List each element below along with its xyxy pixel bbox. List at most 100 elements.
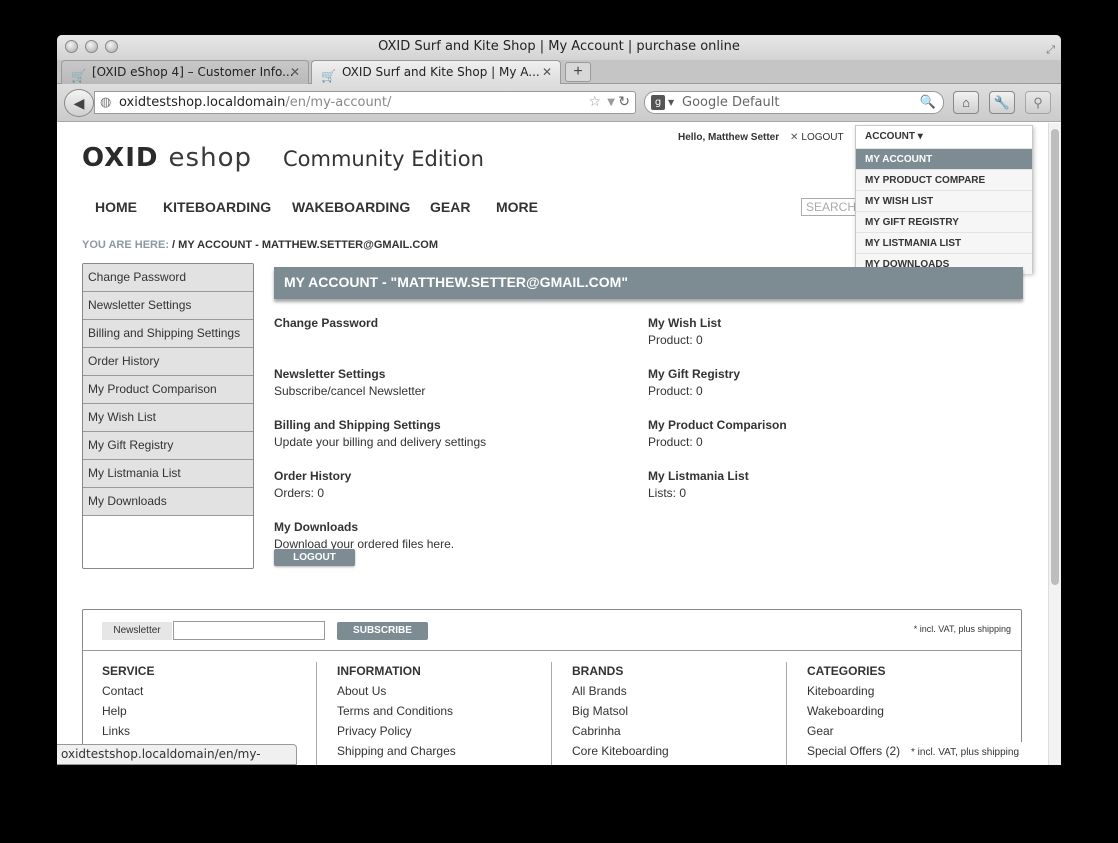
google-engine-icon[interactable]: g <box>651 95 665 110</box>
sidebar-item-listmania[interactable]: My Listmania List <box>83 460 253 488</box>
navigation-toolbar: ◀ ◍ oxidtestshop.localdomain/en/my-accou… <box>57 84 1061 122</box>
listmania-link[interactable]: My Listmania List <box>648 468 1008 484</box>
footer-link-shipping[interactable]: Shipping and Charges <box>337 744 572 764</box>
edition-label: Community Edition <box>283 147 484 171</box>
footer-link-gear[interactable]: Gear <box>807 724 1042 744</box>
tab-label: [OXID eShop 4] – Customer Info... <box>92 65 294 79</box>
list-item: My Gift Registry Product: 0 <box>648 366 1008 417</box>
tools-button[interactable]: 🔧 <box>989 91 1015 114</box>
footer-link-all-brands[interactable]: All Brands <box>572 684 807 704</box>
status-bar-url: oxidtestshop.localdomain/en/my-account/ <box>57 744 297 765</box>
account-menu-gift-registry[interactable]: MY GIFT REGISTRY <box>856 211 1032 232</box>
footer-col-information: INFORMATION About Us Terms and Condition… <box>337 664 572 764</box>
sidebar-item-wish-list[interactable]: My Wish List <box>83 404 253 432</box>
tab-bar: 🛒 [OXID eShop 4] – Customer Info... ✕ 🛒 … <box>57 60 1061 84</box>
footer-heading: INFORMATION <box>337 664 421 678</box>
zoom-window-icon[interactable] <box>105 40 118 53</box>
account-dropdown-toggle[interactable]: ACCOUNT ▾ <box>856 126 1032 148</box>
tab-my-account[interactable]: 🛒 OXID Surf and Kite Shop | My A... ✕ <box>311 60 561 84</box>
tab-close-icon[interactable]: ✕ <box>290 61 300 83</box>
footer-separator <box>786 662 787 765</box>
footer-link-wakeboarding[interactable]: Wakeboarding <box>807 704 1042 724</box>
footer-heading: CATEGORIES <box>807 664 886 678</box>
subscribe-button[interactable]: SUBSCRIBE <box>337 622 428 640</box>
minimize-window-icon[interactable] <box>85 40 98 53</box>
billing-shipping-link[interactable]: Billing and Shipping Settings <box>274 417 634 433</box>
footer-link-about[interactable]: About Us <box>337 684 572 704</box>
address-bar[interactable]: ◍ oxidtestshop.localdomain/en/my-account… <box>94 91 636 114</box>
header-logout-link[interactable]: ✕ LOGOUT <box>790 132 844 143</box>
logo-oxid: OXID <box>82 143 159 173</box>
footer-link-links[interactable]: Links <box>102 724 337 744</box>
account-menu-wish-list[interactable]: MY WISH LIST <box>856 190 1032 211</box>
sidebar-item-change-password[interactable]: Change Password <box>83 264 253 292</box>
list-item: Change Password <box>274 315 634 366</box>
footer-heading: BRANDS <box>572 664 624 678</box>
page-title: MY ACCOUNT - "MATTHEW.SETTER@GMAIL.COM" <box>274 267 1023 299</box>
sidebar-item-order-history[interactable]: Order History <box>83 348 253 376</box>
search-icon[interactable]: 🔍 <box>920 92 936 113</box>
page-scrollbar[interactable] <box>1048 123 1061 765</box>
account-title: ACCOUNT <box>865 131 915 142</box>
window-title: OXID Surf and Kite Shop | My Account | p… <box>378 39 740 54</box>
nav-more[interactable]: MORE <box>496 199 538 215</box>
tab-customer-info[interactable]: 🛒 [OXID eShop 4] – Customer Info... ✕ <box>61 60 309 84</box>
nav-kiteboarding[interactable]: KITEBOARDING <box>163 199 271 215</box>
close-window-icon[interactable] <box>65 40 78 53</box>
footer-link-kiteboarding[interactable]: Kiteboarding <box>807 684 1042 704</box>
list-item: My Product Comparison Product: 0 <box>648 417 1008 468</box>
shop-search-input[interactable]: SEARCH <box>801 198 861 216</box>
search-engine-placeholder: Google Default <box>682 95 780 110</box>
nav-gear[interactable]: GEAR <box>430 199 470 215</box>
vat-tooltip: * incl. VAT, plus shipping <box>902 742 1042 765</box>
footer-link-help[interactable]: Help <box>102 704 337 724</box>
scrollbar-thumb[interactable] <box>1051 129 1059 585</box>
footer-link-contact[interactable]: Contact <box>102 684 337 704</box>
sidebar-item-newsletter[interactable]: Newsletter Settings <box>83 292 253 320</box>
sidebar-item-billing-shipping[interactable]: Billing and Shipping Settings <box>83 320 253 348</box>
tab-close-icon[interactable]: ✕ <box>542 61 552 83</box>
footer-link-privacy[interactable]: Privacy Policy <box>337 724 572 744</box>
logout-button[interactable]: LOGOUT <box>274 549 355 566</box>
order-history-link[interactable]: Order History <box>274 468 634 484</box>
new-tab-button[interactable]: + <box>565 62 591 82</box>
footer-link-big-matsol[interactable]: Big Matsol <box>572 704 807 724</box>
account-menu-my-account[interactable]: MY ACCOUNT <box>856 148 1032 169</box>
search-engine-field[interactable]: g ▼ Google Default 🔍 <box>644 91 944 114</box>
gift-registry-link[interactable]: My Gift Registry <box>648 366 1008 382</box>
newsletter-row: Newsletter SUBSCRIBE <box>102 620 1004 642</box>
account-links-left: Change Password Newsletter Settings Subsc… <box>274 315 634 570</box>
account-menu-listmania[interactable]: MY LISTMANIA LIST <box>856 232 1032 253</box>
footer-link-cabrinha[interactable]: Cabrinha <box>572 724 807 744</box>
home-button[interactable]: ⌂ <box>953 91 979 114</box>
order-history-desc: Orders: 0 <box>274 486 325 500</box>
reload-icon[interactable]: ↻ <box>618 92 630 113</box>
list-item: Billing and Shipping Settings Update your… <box>274 417 634 468</box>
listmania-count: Lists: 0 <box>648 486 687 500</box>
oxid-logo[interactable]: OXID eshop <box>82 143 252 173</box>
caret-down-icon: ▾ <box>917 131 923 142</box>
footer-divider <box>83 650 1021 651</box>
sidebar-item-gift-registry[interactable]: My Gift Registry <box>83 432 253 460</box>
greeting: Hello, Matthew Setter <box>678 132 780 143</box>
newsletter-email-input[interactable] <box>173 621 325 640</box>
product-comparison-link[interactable]: My Product Comparison <box>648 417 1008 433</box>
zoom-button[interactable]: ⚲ <box>1025 91 1051 114</box>
url-history-dropdown-icon[interactable]: ▼ <box>607 92 615 113</box>
wish-list-link[interactable]: My Wish List <box>648 315 1008 331</box>
change-password-link[interactable]: Change Password <box>274 315 634 331</box>
account-menu-product-compare[interactable]: MY PRODUCT COMPARE <box>856 169 1032 190</box>
sidebar-item-downloads[interactable]: My Downloads <box>83 488 253 516</box>
fullscreen-icon[interactable]: ⤢ <box>1046 38 1055 62</box>
nav-wakeboarding[interactable]: WAKEBOARDING <box>292 199 410 215</box>
newsletter-settings-link[interactable]: Newsletter Settings <box>274 366 634 382</box>
back-button[interactable]: ◀ <box>64 89 94 117</box>
engine-dropdown-icon[interactable]: ▼ <box>668 92 674 113</box>
bookmark-star-icon[interactable]: ☆ <box>588 92 601 113</box>
footer-link-terms[interactable]: Terms and Conditions <box>337 704 572 724</box>
nav-home[interactable]: HOME <box>95 199 137 215</box>
newsletter-settings-desc: Subscribe/cancel Newsletter <box>274 384 426 398</box>
sidebar-item-product-comparison[interactable]: My Product Comparison <box>83 376 253 404</box>
footer-link-core[interactable]: Core Kiteboarding <box>572 744 807 764</box>
downloads-link[interactable]: My Downloads <box>274 519 634 535</box>
